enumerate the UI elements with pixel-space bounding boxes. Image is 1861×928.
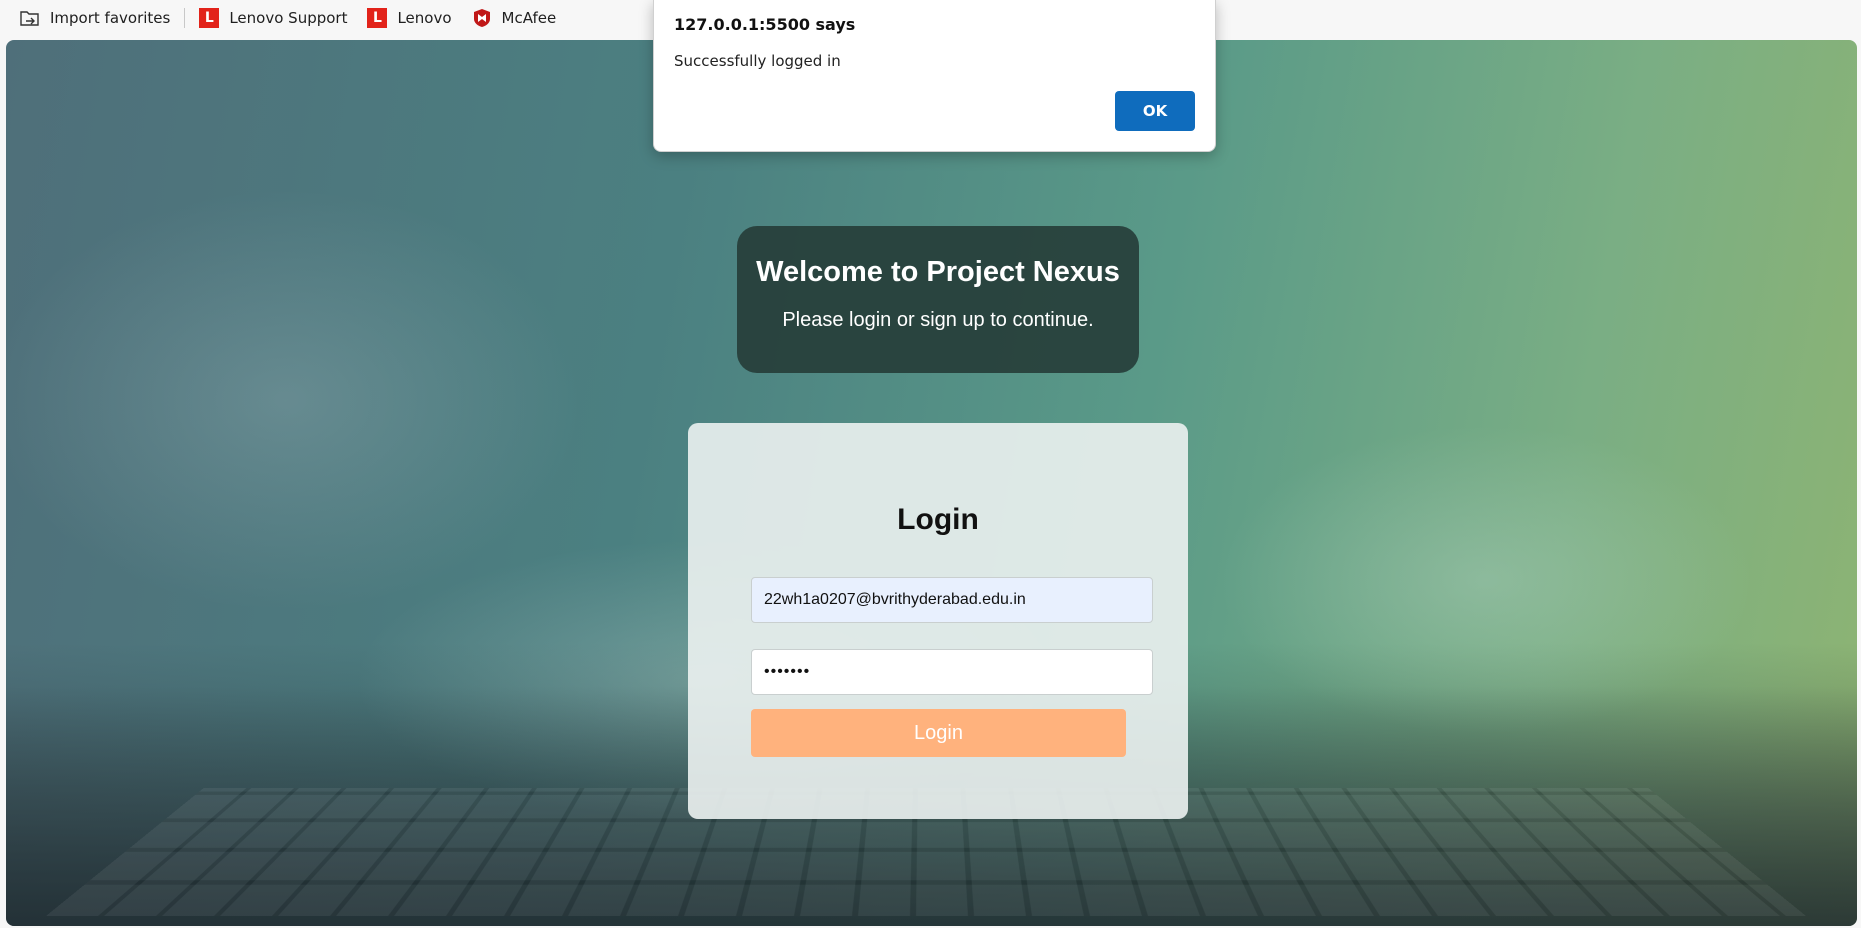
favorites-separator bbox=[184, 8, 186, 28]
login-card: Login Login bbox=[688, 423, 1188, 819]
import-favorites-icon bbox=[20, 10, 40, 27]
alert-ok-button[interactable]: OK bbox=[1115, 91, 1195, 131]
mcafee-icon bbox=[472, 8, 492, 28]
login-heading: Login bbox=[897, 503, 979, 536]
favorite-label: Lenovo Support bbox=[229, 9, 348, 27]
email-input[interactable] bbox=[751, 577, 1153, 623]
lenovo-icon: L bbox=[367, 8, 388, 28]
favorite-label: McAfee bbox=[501, 9, 557, 27]
page-viewport: Welcome to Project Nexus Please login or… bbox=[6, 40, 1857, 926]
alert-message: Successfully logged in bbox=[674, 52, 841, 70]
favorite-mcafee[interactable]: McAfee bbox=[462, 3, 567, 33]
welcome-subtitle: Please login or sign up to continue. bbox=[782, 309, 1094, 331]
favorite-label: Lenovo bbox=[397, 9, 452, 27]
favorite-lenovo-support[interactable]: L Lenovo Support bbox=[189, 3, 357, 33]
favorite-lenovo[interactable]: L Lenovo bbox=[357, 3, 461, 33]
password-input[interactable] bbox=[751, 649, 1153, 695]
alert-title: 127.0.0.1:5500 says bbox=[674, 15, 856, 34]
login-button[interactable]: Login bbox=[751, 709, 1126, 757]
welcome-title: Welcome to Project Nexus bbox=[756, 256, 1120, 288]
welcome-banner: Welcome to Project Nexus Please login or… bbox=[737, 226, 1139, 373]
alert-dialog: 127.0.0.1:5500 says Successfully logged … bbox=[653, 0, 1216, 152]
lenovo-icon: L bbox=[199, 8, 220, 28]
favorite-label: Import favorites bbox=[50, 9, 171, 27]
favorite-import-favorites[interactable]: Import favorites bbox=[20, 3, 180, 33]
